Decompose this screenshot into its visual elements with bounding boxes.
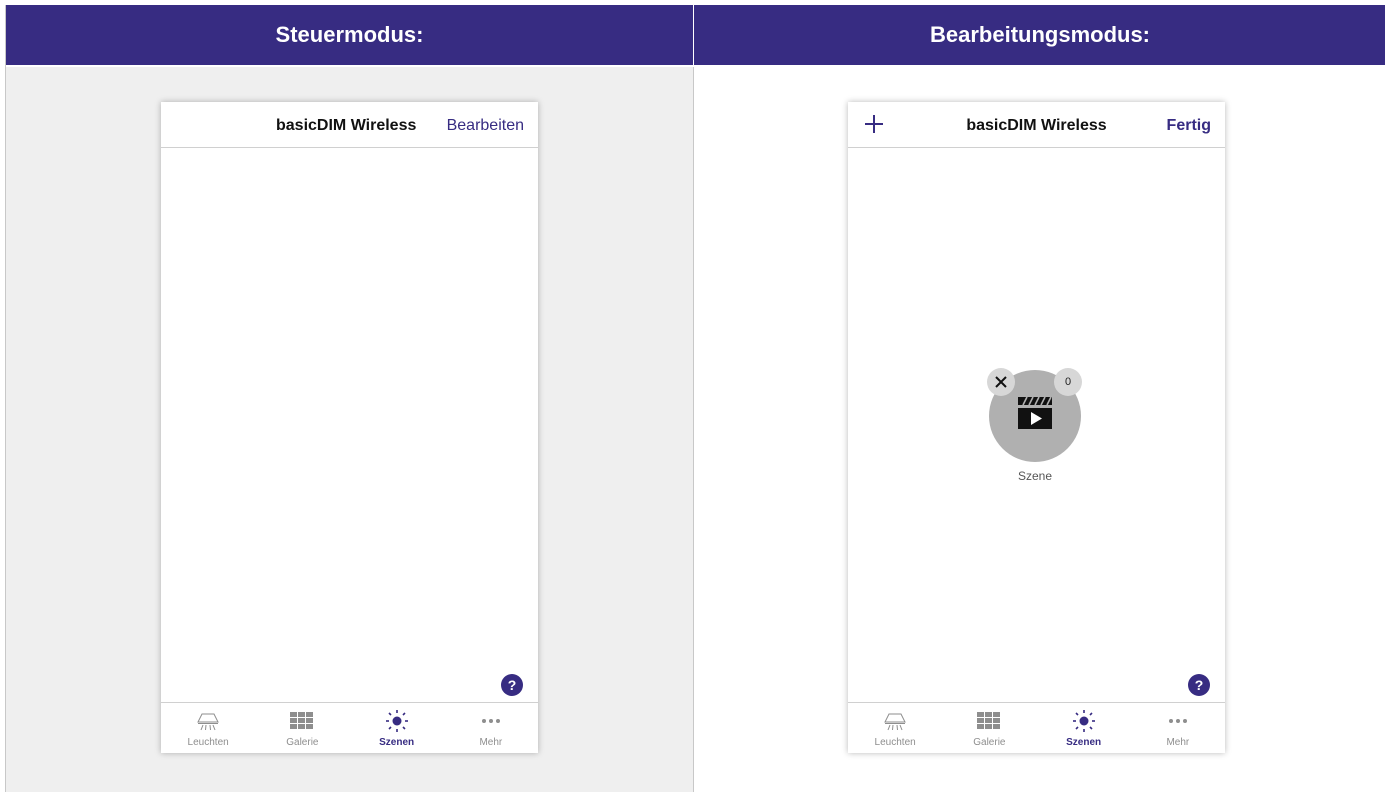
tab-label: Szenen	[1066, 737, 1102, 748]
control-mode-panel: basicDIM Wireless Bearbeiten ? Leuchten	[6, 67, 694, 792]
edit-button[interactable]: Bearbeiten	[447, 117, 524, 135]
tab-galerie[interactable]: Galerie	[255, 703, 349, 753]
phone-screen-control: basicDIM Wireless Bearbeiten ? Leuchten	[161, 102, 538, 753]
comparison-grid: Steuermodus: basicDIM Wireless Bearbeite…	[5, 5, 1385, 792]
sun-icon	[1071, 710, 1097, 732]
control-mode-column: Steuermodus: basicDIM Wireless Bearbeite…	[6, 5, 694, 792]
help-button[interactable]: ?	[1188, 674, 1210, 696]
lamp-icon	[882, 711, 908, 731]
delete-scene-button[interactable]	[987, 368, 1015, 396]
grid-icon	[289, 711, 315, 731]
help-button[interactable]: ?	[501, 674, 523, 696]
tab-label: Mehr	[479, 737, 503, 748]
tab-mehr[interactable]: Mehr	[1131, 703, 1225, 753]
tab-mehr[interactable]: Mehr	[444, 703, 538, 753]
sun-icon	[384, 710, 410, 732]
tab-label: Mehr	[1166, 737, 1190, 748]
tab-szenen[interactable]: Szenen	[1037, 703, 1131, 753]
close-icon	[995, 376, 1007, 388]
tab-label: Galerie	[973, 737, 1006, 748]
done-button[interactable]: Fertig	[1167, 117, 1211, 135]
tab-galerie[interactable]: Galerie	[942, 703, 1036, 753]
tab-bar: Leuchten Galerie Szenen Mehr	[161, 702, 538, 753]
tab-bar: Leuchten Galerie Szenen Mehr	[848, 702, 1225, 753]
grid-icon	[976, 711, 1002, 731]
lamp-icon	[195, 711, 221, 731]
control-mode-header: Steuermodus:	[6, 5, 694, 65]
edit-mode-column: Bearbeitungsmodus: basicDIM Wireless Fer…	[694, 5, 1385, 792]
more-icon	[1165, 711, 1191, 731]
tab-label: Szenen	[379, 737, 415, 748]
tab-leuchten[interactable]: Leuchten	[161, 703, 255, 753]
scene-count-badge: 0	[1054, 368, 1082, 396]
tab-leuchten[interactable]: Leuchten	[848, 703, 942, 753]
tab-label: Leuchten	[187, 737, 229, 748]
tab-label: Leuchten	[874, 737, 916, 748]
nav-bar: basicDIM Wireless Bearbeiten	[161, 102, 538, 148]
nav-bar: basicDIM Wireless Fertig	[848, 102, 1225, 148]
tab-label: Galerie	[286, 737, 319, 748]
edit-mode-header: Bearbeitungsmodus:	[694, 5, 1385, 65]
clapperboard-play-icon	[1016, 395, 1054, 431]
edit-mode-panel: basicDIM Wireless Fertig 0 Szene ? Leuch…	[694, 67, 1385, 792]
phone-screen-edit: basicDIM Wireless Fertig 0 Szene ? Leuch…	[848, 102, 1225, 753]
more-icon	[478, 711, 504, 731]
scene-label: Szene	[1017, 469, 1053, 483]
tab-szenen[interactable]: Szenen	[350, 703, 444, 753]
